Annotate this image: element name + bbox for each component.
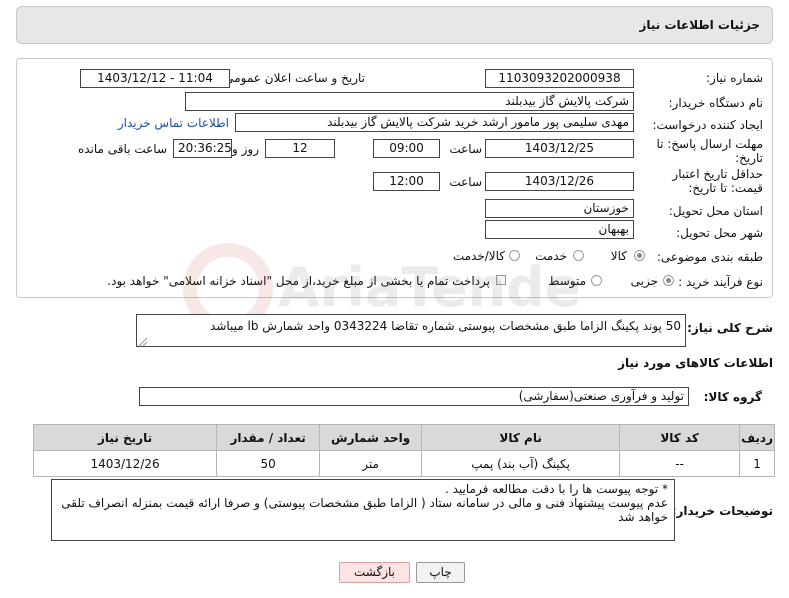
page-header: جزئیات اطلاعات نیاز [16, 6, 773, 44]
cell-item-name: پکینگ (آب بند) پمپ [421, 450, 621, 477]
remaining-time-field: 20:36:25 [173, 139, 232, 158]
treasury-payment-note: پرداخت تمام یا بخشی از مبلغ خرید،از محل … [107, 274, 490, 288]
description-field: 50 پوند پکینگ الزاما طبق مشخصات پیوستی ش… [136, 314, 686, 347]
remaining-label: ساعت باقی مانده [77, 142, 167, 156]
cell-need-date: 1403/12/26 [32, 450, 218, 477]
province-label: استان محل تحویل: [668, 204, 763, 218]
province-field: خوزستان [485, 199, 634, 218]
process-option-medium: متوسط [548, 274, 586, 288]
col-unit: واحد شمارش [319, 424, 423, 451]
category-label: طبقه بندی موضوعی: [656, 250, 763, 264]
city-label: شهر محل تحویل: [676, 226, 763, 240]
buyer-notes-label: توضیحات خریدار: [671, 504, 773, 518]
reply-time-label: ساعت [449, 142, 482, 156]
col-item-code: کد کالا [619, 424, 741, 451]
col-item-name: نام کالا [421, 424, 621, 451]
creator-field: مهدی سلیمی پور مامور ارشد خرید شرکت پالا… [235, 113, 634, 132]
treasury-payment-checkbox[interactable] [496, 275, 506, 285]
goods-group-label: گروه کالا: [703, 390, 762, 404]
validity-label: حداقل تاریخ اعتبار قیمت: تا تاریخ: [672, 167, 763, 195]
goods-group-field: تولید و فرآوری صنعتی(سفارشی) [139, 387, 689, 406]
col-quantity: تعداد / مقدار [216, 424, 321, 451]
process-radio-medium[interactable] [591, 275, 602, 286]
buyer-notes-line-2: عدم پیوست پیشنهاد فنی و مالی در سامانه س… [61, 496, 668, 524]
days-field: 12 [265, 139, 335, 158]
cell-row-number: 1 [739, 450, 775, 477]
days-label: روز و [232, 142, 259, 156]
reply-time-field: 09:00 [373, 139, 440, 158]
col-need-date: تاریخ نیاز [32, 424, 218, 451]
announce-label: تاریخ و ساعت اعلان عمومی: [220, 71, 365, 85]
category-option-goods: کالا [610, 249, 627, 263]
category-radio-goods-service[interactable] [509, 250, 520, 261]
need-number-label: شماره نیاز: [706, 71, 763, 85]
category-option-goods-service: کالا/خدمت [452, 249, 505, 263]
buyer-field: شرکت پالایش گاز بیدبلند [185, 92, 634, 111]
validity-date-field: 1403/12/26 [485, 172, 634, 191]
cell-unit: متر [319, 450, 423, 477]
col-row-number: ردیف [739, 424, 775, 451]
announce-datetime-field: 1403/12/12 - 11:04 [80, 69, 230, 88]
city-field: بهبهان [485, 220, 634, 239]
creator-label: ایجاد کننده درخواست: [652, 118, 763, 132]
print-button[interactable]: چاپ [416, 562, 465, 583]
page-title: جزئیات اطلاعات نیاز [639, 18, 760, 32]
category-radio-service[interactable] [573, 250, 584, 261]
reply-date-field: 1403/12/25 [485, 139, 634, 158]
goods-section-title: اطلاعات کالاهای مورد نیاز [618, 356, 773, 370]
buyer-notes-field: * توجه پیوست ها را با دقت مطالعه فرمایید… [51, 479, 675, 541]
process-option-minor: جزیی [630, 274, 658, 288]
table-row: 1 -- پکینگ (آب بند) پمپ متر 50 1403/12/2… [32, 450, 775, 477]
reply-deadline-label: مهلت ارسال پاسخ: تا تاریخ: [656, 137, 763, 165]
category-option-service: خدمت [535, 249, 567, 263]
buyer-label: نام دستگاه خریدار: [668, 96, 764, 110]
back-button[interactable]: بازگشت [339, 562, 410, 583]
cell-item-code: -- [619, 450, 741, 477]
process-label: نوع فرآیند خرید : [678, 275, 763, 289]
buyer-notes-line-1: * توجه پیوست ها را با دقت مطالعه فرمایید… [444, 482, 668, 496]
validity-time-label: ساعت [449, 175, 482, 189]
contact-info-link[interactable]: اطلاعات تماس خریدار [118, 116, 229, 130]
need-number-field: 1103093202000938 [485, 69, 634, 88]
items-table: ردیف کد کالا نام کالا واحد شمارش تعداد /… [32, 424, 775, 477]
process-radio-minor[interactable] [663, 275, 674, 286]
table-header-row: ردیف کد کالا نام کالا واحد شمارش تعداد /… [32, 424, 775, 451]
category-radio-goods[interactable] [634, 250, 645, 261]
cell-quantity: 50 [216, 450, 321, 477]
description-label: شرح کلی نیاز: [687, 321, 773, 335]
resize-handle-icon[interactable] [138, 336, 148, 347]
validity-time-field: 12:00 [373, 172, 440, 191]
